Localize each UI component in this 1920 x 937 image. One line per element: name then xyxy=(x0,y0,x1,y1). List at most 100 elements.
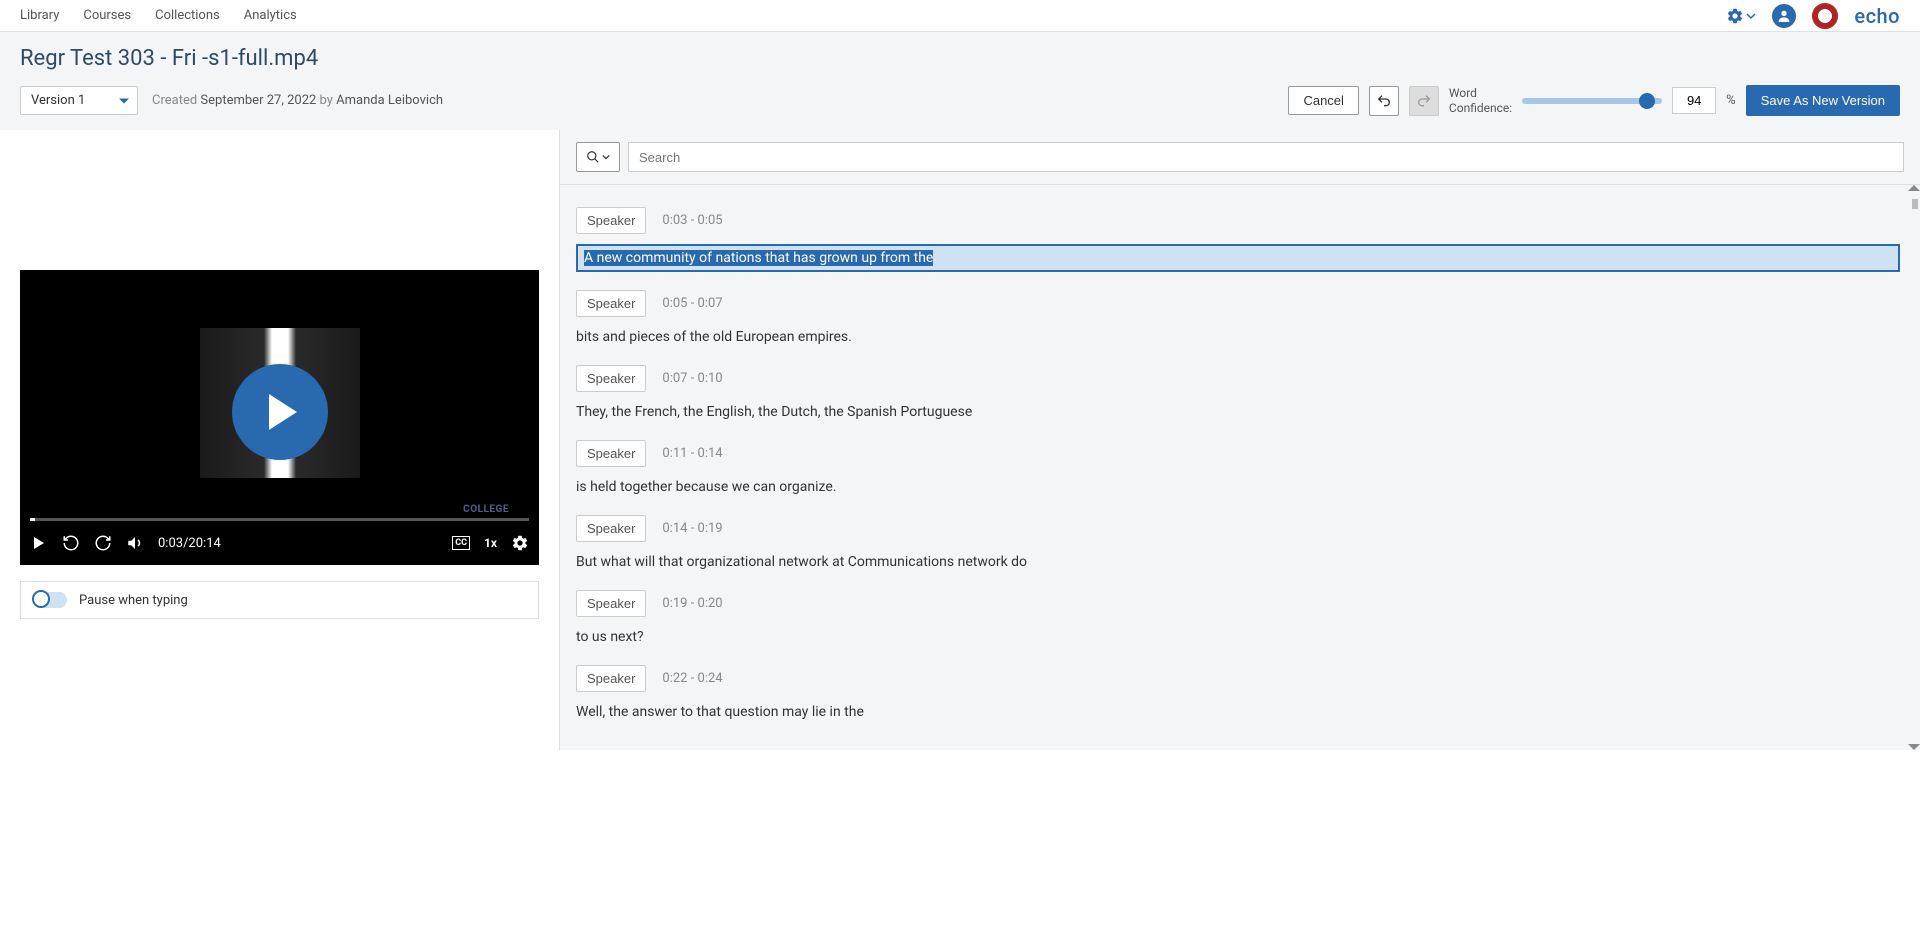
pause-when-typing-toggle[interactable] xyxy=(33,592,67,608)
version-select[interactable]: Version 1 xyxy=(20,86,138,115)
rewind-icon xyxy=(62,533,80,553)
search-icon xyxy=(586,150,600,164)
person-icon xyxy=(1776,8,1792,24)
segment-text[interactable]: They, the French, the English, the Dutch… xyxy=(576,402,1904,422)
forward-icon xyxy=(94,533,112,553)
search-input[interactable] xyxy=(628,142,1904,172)
percent-label: % xyxy=(1726,93,1736,108)
gear-icon xyxy=(1726,7,1744,25)
segment-header: Speaker 0:19 - 0:20 xyxy=(576,590,1904,617)
page-header: Regr Test 303 - Fri -s1-full.mp4 Version… xyxy=(0,32,1920,130)
video-time: 0:03/20:14 xyxy=(158,536,221,551)
speaker-button[interactable]: Speaker xyxy=(576,590,646,617)
forward-button[interactable] xyxy=(94,534,112,552)
header-left: Version 1 Created September 27, 2022 by … xyxy=(20,86,443,115)
word-confidence-slider[interactable] xyxy=(1522,98,1662,104)
nav-analytics[interactable]: Analytics xyxy=(244,8,297,23)
scroll-down-icon[interactable] xyxy=(1908,744,1920,750)
segment-header: Speaker 0:07 - 0:10 xyxy=(576,365,1904,392)
segment-text[interactable]: A new community of nations that has grow… xyxy=(576,244,1900,272)
redo-icon xyxy=(1416,93,1432,109)
pause-when-typing-row: Pause when typing xyxy=(20,581,539,619)
segment-text[interactable]: Well, the answer to that question may li… xyxy=(576,702,1904,722)
nav-collections[interactable]: Collections xyxy=(155,8,220,23)
video-watermark: COLLEGE xyxy=(463,504,509,515)
transcript-segment: Speaker 0:22 - 0:24 Well, the answer to th… xyxy=(576,665,1904,722)
scroll-up-icon[interactable] xyxy=(1908,185,1920,191)
header-row: Version 1 Created September 27, 2022 by … xyxy=(20,85,1900,116)
segment-time: 0:14 - 0:19 xyxy=(662,521,722,536)
gear-icon xyxy=(511,534,529,552)
transcript-segment: Speaker 0:14 - 0:19 But what will that org… xyxy=(576,515,1904,572)
volume-button[interactable] xyxy=(126,534,144,552)
segment-header: Speaker 0:03 - 0:05 xyxy=(576,207,1904,234)
segment-time: 0:07 - 0:10 xyxy=(662,371,722,386)
nav-links: Library Courses Collections Analytics xyxy=(20,8,297,23)
play-button[interactable] xyxy=(30,534,48,552)
transcript-segment: Speaker 0:05 - 0:07 bits and pieces of the… xyxy=(576,290,1904,347)
rewind-button[interactable] xyxy=(62,534,80,552)
segment-time: 0:03 - 0:05 xyxy=(662,213,722,228)
video-controls: 0:03/20:14 CC 1x xyxy=(20,521,539,565)
page-title: Regr Test 303 - Fri -s1-full.mp4 xyxy=(20,46,1900,71)
undo-button[interactable] xyxy=(1369,86,1399,116)
segment-time: 0:11 - 0:14 xyxy=(662,446,722,461)
chevron-down-icon xyxy=(602,153,610,161)
speaker-button[interactable]: Speaker xyxy=(576,515,646,542)
scroll-thumb[interactable] xyxy=(1912,199,1918,209)
settings-menu[interactable] xyxy=(1726,7,1756,25)
user-account-icon[interactable] xyxy=(1772,4,1796,28)
cc-button[interactable]: CC xyxy=(452,536,470,550)
nav-right: echo xyxy=(1726,3,1900,29)
left-pane: COLLEGE 0:03/20:14 CC 1x xyxy=(0,130,560,750)
video-player: COLLEGE 0:03/20:14 CC 1x xyxy=(20,270,539,565)
main: COLLEGE 0:03/20:14 CC 1x xyxy=(0,130,1920,750)
segment-header: Speaker 0:11 - 0:14 xyxy=(576,440,1904,467)
search-row xyxy=(560,130,1920,185)
nav-library[interactable]: Library xyxy=(20,8,59,23)
segment-header: Speaker 0:05 - 0:07 xyxy=(576,290,1904,317)
header-right: Cancel Word Confidence: % Save As New Ve… xyxy=(1288,85,1900,116)
speed-button[interactable]: 1x xyxy=(484,536,497,550)
nav-courses[interactable]: Courses xyxy=(83,8,131,23)
created-author: Amanda Leibovich xyxy=(336,93,443,108)
transcript-segment: Speaker 0:11 - 0:14 is held together becau… xyxy=(576,440,1904,497)
scrollbar[interactable] xyxy=(1910,185,1920,750)
undo-icon xyxy=(1376,93,1392,109)
speaker-button[interactable]: Speaker xyxy=(576,665,646,692)
transcript-list[interactable]: Speaker 0:03 - 0:05 A new community of nat… xyxy=(560,185,1920,750)
transcript-segment: Speaker 0:19 - 0:20 to us next? xyxy=(576,590,1904,647)
chevron-down-icon xyxy=(1746,11,1756,21)
volume-icon xyxy=(126,534,144,552)
save-button[interactable]: Save As New Version xyxy=(1746,85,1900,116)
segment-text[interactable]: is held together because we can organize… xyxy=(576,477,1904,497)
play-icon xyxy=(32,536,46,550)
echo-logo[interactable]: echo xyxy=(1854,4,1900,28)
cancel-button[interactable]: Cancel xyxy=(1288,86,1358,115)
speaker-button[interactable]: Speaker xyxy=(576,207,646,234)
search-dropdown-button[interactable] xyxy=(576,142,620,172)
segment-time: 0:22 - 0:24 xyxy=(662,671,722,686)
transcript-segment: Speaker 0:03 - 0:05 A new community of nat… xyxy=(576,207,1904,272)
institution-badge[interactable] xyxy=(1812,3,1838,29)
redo-button xyxy=(1409,86,1439,116)
segment-text[interactable]: But what will that organizational networ… xyxy=(576,552,1904,572)
pause-when-typing-label: Pause when typing xyxy=(79,593,188,608)
created-text: Created September 27, 2022 by Amanda Lei… xyxy=(152,93,443,108)
word-confidence-value[interactable] xyxy=(1672,87,1716,114)
word-confidence-label: Word Confidence: xyxy=(1449,86,1512,115)
created-prefix: Created xyxy=(152,93,200,108)
play-big-button[interactable] xyxy=(232,364,328,460)
right-pane: Speaker 0:03 - 0:05 A new community of nat… xyxy=(560,130,1920,750)
video-settings-button[interactable] xyxy=(511,534,529,552)
segment-text[interactable]: bits and pieces of the old European empi… xyxy=(576,327,1904,347)
segment-header: Speaker 0:22 - 0:24 xyxy=(576,665,1904,692)
top-nav: Library Courses Collections Analytics ec… xyxy=(0,0,1920,32)
segment-time: 0:19 - 0:20 xyxy=(662,596,722,611)
speaker-button[interactable]: Speaker xyxy=(576,440,646,467)
segment-time: 0:05 - 0:07 xyxy=(662,296,722,311)
created-date: September 27, 2022 xyxy=(200,93,316,108)
speaker-button[interactable]: Speaker xyxy=(576,365,646,392)
segment-text[interactable]: to us next? xyxy=(576,627,1904,647)
speaker-button[interactable]: Speaker xyxy=(576,290,646,317)
